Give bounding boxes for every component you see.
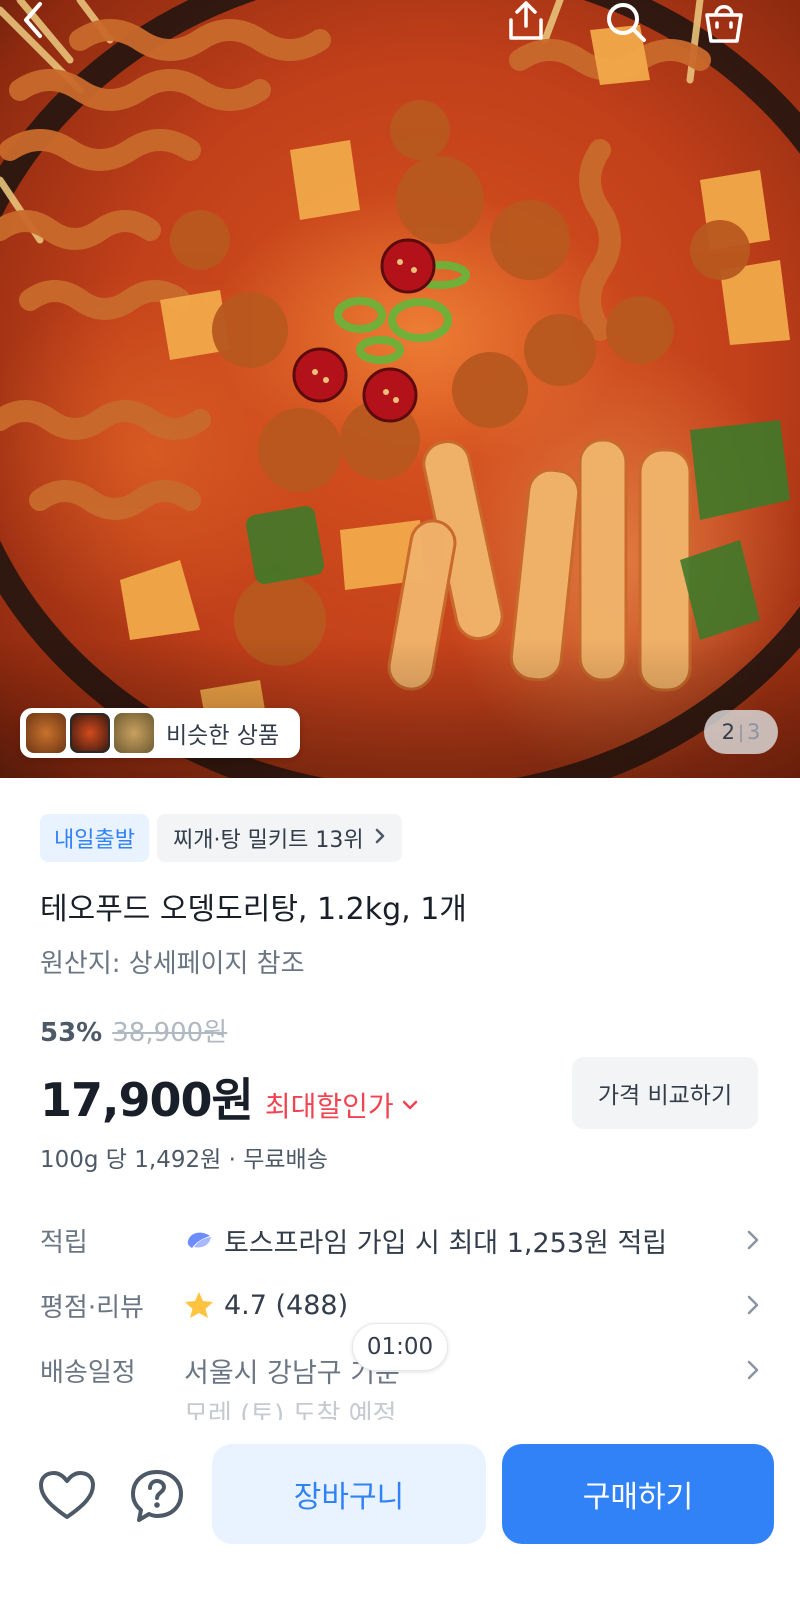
original-price: 38,900원 bbox=[112, 1018, 228, 1048]
similar-products-label: 비슷한 상품 bbox=[166, 723, 280, 749]
buy-now-button[interactable]: 구매하기 bbox=[502, 1444, 774, 1544]
question-icon bbox=[131, 1470, 183, 1522]
share-icon bbox=[509, 1, 543, 40]
category-rank-label: 찌개·탕 밀키트 13위 bbox=[172, 828, 364, 853]
page-total: 3 bbox=[747, 720, 761, 744]
similar-thumbnail bbox=[26, 713, 66, 753]
max-discount-toggle[interactable]: 최대할인가 bbox=[265, 1085, 420, 1125]
bottom-action-bar: 장바구니 구매하기 bbox=[0, 1420, 800, 1612]
star-icon bbox=[184, 1291, 214, 1319]
similar-thumbnail bbox=[70, 713, 110, 753]
rating-label: 평점·리뷰 bbox=[40, 1292, 144, 1323]
back-button[interactable] bbox=[18, 0, 82, 46]
search-icon bbox=[607, 3, 646, 42]
back-icon bbox=[24, 2, 42, 38]
product-badges: 내일출발 찌개·탕 밀키트 13위 bbox=[40, 814, 402, 862]
cart-button-top[interactable] bbox=[702, 0, 766, 46]
points-row[interactable]: 적립 토스프라임 가입 시 최대 1,253원 적립 bbox=[40, 1215, 760, 1265]
search-button[interactable] bbox=[604, 0, 668, 46]
hero-food-illustration bbox=[0, 0, 800, 778]
shopping-bag-icon bbox=[705, 5, 743, 43]
inquiry-button[interactable] bbox=[127, 1466, 187, 1526]
time-bubble: 01:00 bbox=[352, 1323, 448, 1371]
page-current: 2 bbox=[721, 720, 735, 744]
next-day-badge: 내일출발 bbox=[40, 814, 149, 862]
max-discount-label: 최대할인가 bbox=[264, 1090, 394, 1123]
delivery-estimate: 모레 (토) 도착 예정 bbox=[184, 1400, 397, 1420]
delivery-label: 배송일정 bbox=[40, 1357, 136, 1388]
wishlist-button[interactable] bbox=[37, 1466, 97, 1526]
unit-price-shipping: 100g 당 1,492원 · 무료배송 bbox=[40, 1147, 328, 1173]
category-rank-badge[interactable]: 찌개·탕 밀키트 13위 bbox=[156, 814, 402, 862]
heart-icon bbox=[39, 1471, 95, 1519]
points-value: 토스프라임 가입 시 최대 1,253원 적립 bbox=[224, 1227, 668, 1259]
chevron-down-icon bbox=[402, 1100, 417, 1110]
chevron-right-icon bbox=[730, 1294, 760, 1316]
discount-rate: 53% bbox=[40, 1018, 103, 1048]
page-separator: | bbox=[737, 721, 745, 743]
similar-thumbnail bbox=[114, 713, 154, 753]
add-to-cart-button[interactable]: 장바구니 bbox=[212, 1444, 486, 1544]
discount-row: 53% 38,900원 bbox=[40, 1012, 227, 1049]
product-image[interactable]: 비슷한 상품 2 | 3 bbox=[0, 0, 800, 778]
compare-price-button[interactable]: 가격 비교하기 bbox=[572, 1057, 758, 1129]
product-title: 테오푸드 오뎅도리탕, 1.2kg, 1개 bbox=[40, 892, 467, 927]
chevron-right-icon bbox=[374, 826, 386, 850]
rating-value: 4.7 (488) bbox=[224, 1289, 349, 1321]
sale-price: 17,900원 bbox=[40, 1073, 254, 1127]
chevron-right-icon bbox=[730, 1229, 760, 1251]
points-label: 적립 bbox=[40, 1227, 88, 1258]
share-button[interactable] bbox=[505, 0, 569, 46]
top-bar bbox=[0, 0, 800, 90]
toss-prime-icon bbox=[184, 1228, 214, 1252]
chevron-right-icon bbox=[730, 1359, 760, 1381]
price-row: 17,900원 최대할인가 bbox=[40, 1064, 420, 1130]
similar-products-chip[interactable]: 비슷한 상품 bbox=[20, 708, 300, 758]
image-page-indicator: 2 | 3 bbox=[704, 710, 778, 754]
product-origin: 원산지: 상세페이지 참조 bbox=[40, 949, 305, 979]
